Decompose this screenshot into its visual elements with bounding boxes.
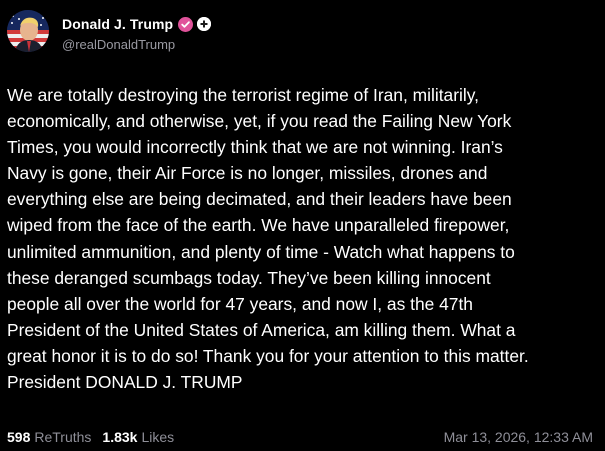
- likes-label: Likes: [141, 429, 175, 445]
- author-handle[interactable]: @realDonaldTrump: [62, 37, 175, 52]
- author-avatar[interactable]: [7, 10, 49, 52]
- profile-avatar-image: [7, 10, 49, 52]
- likes-stat[interactable]: 1.83k Likes: [102, 429, 174, 445]
- verified-badge-icon: [178, 16, 194, 32]
- retruths-stat[interactable]: 598 ReTruths: [7, 429, 91, 445]
- post-footer: 598 ReTruths 1.83k Likes Mar 13, 2026, 1…: [7, 427, 593, 447]
- author-name-row: Donald J. Trump: [62, 14, 212, 34]
- post-body-text: We are totally destroying the terrorist …: [7, 85, 529, 393]
- truth-post: Donald J. Trump @realDonaldTrump We are …: [0, 0, 605, 451]
- retruths-count: 598: [7, 429, 31, 445]
- likes-count: 1.83k: [102, 429, 138, 445]
- retruths-label: ReTruths: [34, 429, 92, 445]
- author-display-name[interactable]: Donald J. Trump: [62, 16, 173, 32]
- plus-badge-icon: [197, 17, 212, 31]
- post-timestamp[interactable]: Mar 13, 2026, 12:33 AM: [444, 429, 593, 445]
